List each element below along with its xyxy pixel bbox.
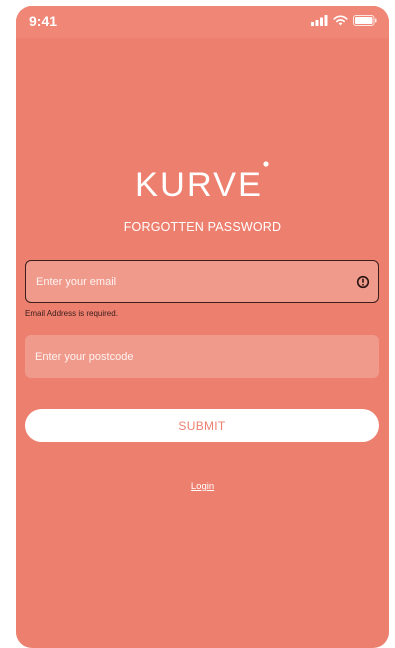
phone-screen: 9:41 KURVE FORGOTTEN PASSWORD Enter your… (16, 6, 389, 648)
kurve-logo: KURVE (16, 156, 389, 209)
alert-circle-icon (356, 275, 370, 289)
submit-button[interactable]: SUBMIT (25, 409, 379, 442)
cellular-signal-icon (311, 15, 328, 26)
email-field[interactable] (26, 261, 378, 302)
battery-icon (353, 15, 377, 26)
login-link-container: Login (16, 476, 389, 494)
status-bar: 9:41 (16, 6, 389, 38)
login-link[interactable]: Login (191, 481, 214, 492)
email-field-container (25, 260, 379, 303)
wifi-icon (333, 15, 348, 26)
status-icons (311, 15, 377, 26)
email-error-message: Email Address is required. (25, 309, 118, 318)
postcode-field-container (25, 335, 379, 378)
logo-wordmark: KURVE (135, 166, 263, 204)
postcode-field[interactable] (25, 335, 379, 378)
page-title: FORGOTTEN PASSWORD (123, 220, 282, 234)
status-time: 9:41 (29, 13, 58, 29)
